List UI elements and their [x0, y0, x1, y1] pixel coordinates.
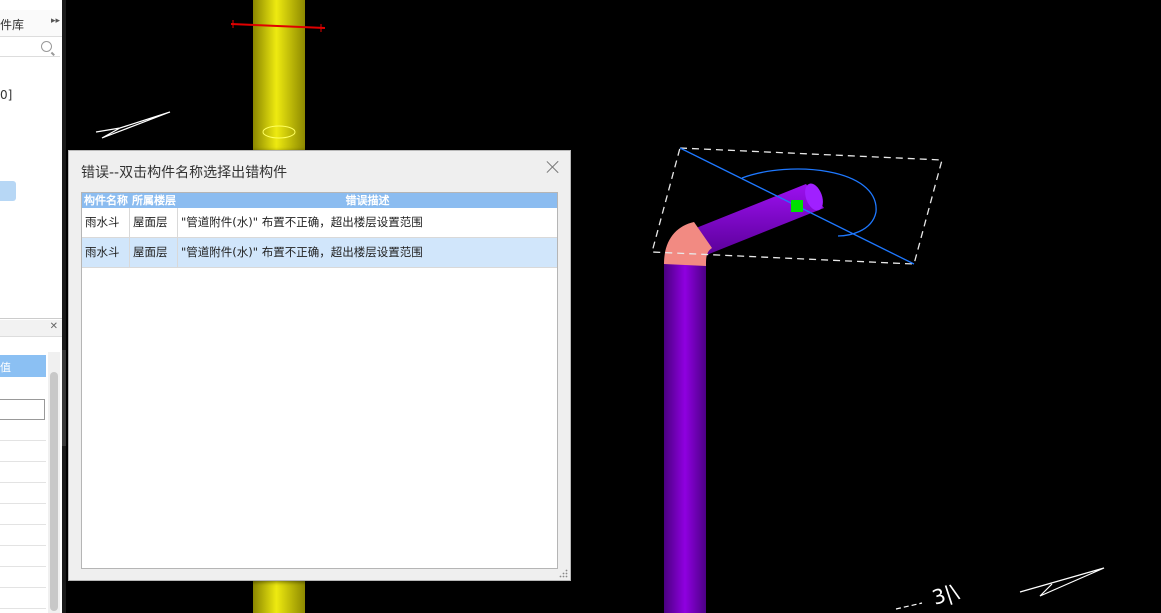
component-library-tab[interactable]: 件库 ▸▸ — [0, 10, 62, 37]
property-rows — [0, 420, 46, 609]
resize-grip-icon[interactable] — [559, 569, 568, 578]
panel-divider — [0, 318, 62, 319]
properties-scrollbar[interactable] — [48, 352, 60, 613]
cell-component-name[interactable]: 雨水斗 — [82, 208, 130, 237]
dialog-title: 错误--双击构件名称选择出错构件 — [81, 165, 288, 181]
property-row[interactable] — [0, 441, 46, 462]
properties-column-header: 值 — [0, 355, 46, 377]
search-icon[interactable] — [41, 41, 52, 52]
column-header-floor[interactable]: 所属楼层 — [130, 193, 178, 208]
error-table: 构件名称 所属楼层 错误描述 雨水斗 屋面层 "管道附件(水)" 布置不正确，超… — [81, 192, 558, 569]
property-value-input[interactable] — [0, 399, 45, 420]
cell-component-name[interactable]: 雨水斗 — [82, 238, 130, 267]
property-row[interactable] — [0, 588, 46, 609]
expand-panel-icon[interactable]: ▸▸ — [51, 16, 60, 26]
cell-floor[interactable]: 屋面层 — [130, 208, 178, 237]
properties-column-header-label: 值 — [0, 361, 11, 374]
compass-label: 3|\ — [929, 579, 962, 610]
axis-arrow-icon — [95, 111, 171, 139]
cell-floor[interactable]: 屋面层 — [130, 238, 178, 267]
component-library-tab-label: 件库 — [0, 18, 25, 32]
property-row[interactable] — [0, 420, 46, 441]
property-row[interactable] — [0, 567, 46, 588]
table-header: 构件名称 所属楼层 错误描述 — [82, 193, 557, 208]
tree-item[interactable]: 0] — [0, 88, 12, 102]
property-row[interactable] — [0, 546, 46, 567]
close-icon[interactable] — [546, 160, 560, 174]
left-side-panel: 件库 ▸▸ 0] ✕ 值 — [0, 0, 63, 613]
column-header-component-name[interactable]: 构件名称 — [82, 193, 130, 208]
panel-search-box[interactable] — [0, 38, 60, 57]
error-dialog: 错误--双击构件名称选择出错构件 构件名称 所属楼层 错误描述 雨水斗 屋面层 … — [68, 150, 571, 581]
properties-panel-header: ✕ — [0, 320, 62, 337]
property-row[interactable] — [0, 462, 46, 483]
property-row[interactable] — [0, 525, 46, 546]
insertion-point-marker[interactable] — [791, 200, 803, 212]
column-header-error-description[interactable]: 错误描述 — [178, 193, 557, 208]
compass-dash — [895, 602, 923, 610]
cell-error-description[interactable]: "管道附件(水)" 布置不正确，超出楼层设置范围 — [178, 208, 557, 237]
purple-vertical-pipe[interactable] — [664, 262, 706, 613]
property-row[interactable] — [0, 504, 46, 525]
scrollbar-thumb[interactable] — [50, 372, 58, 611]
close-icon[interactable]: ✕ — [50, 321, 58, 332]
property-row[interactable] — [0, 483, 46, 504]
cell-error-description[interactable]: "管道附件(水)" 布置不正确，超出楼层设置范围 — [178, 238, 557, 267]
selected-tree-item[interactable] — [0, 181, 16, 201]
table-row[interactable]: 雨水斗 屋面层 "管道附件(水)" 布置不正确，超出楼层设置范围 — [82, 208, 557, 238]
compass-arrow-icon — [1019, 567, 1105, 597]
table-row[interactable]: 雨水斗 屋面层 "管道附件(水)" 布置不正确，超出楼层设置范围 — [82, 238, 557, 268]
